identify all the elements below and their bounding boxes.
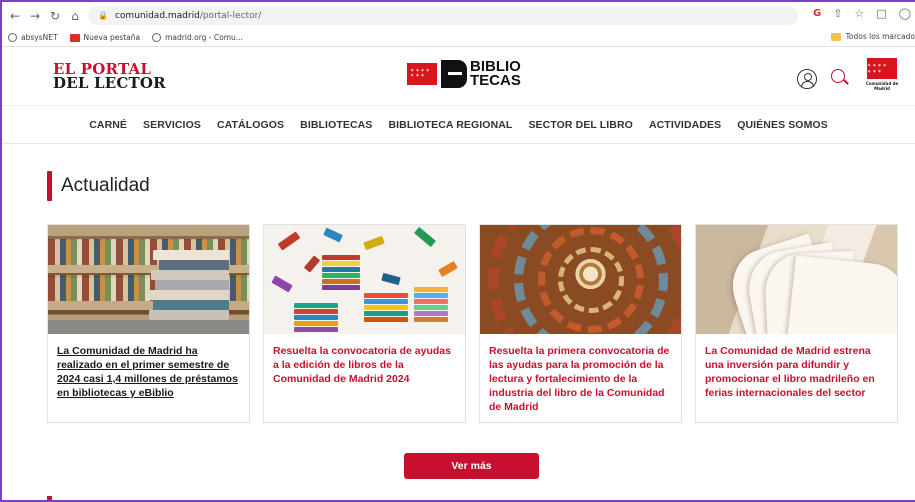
news-cards: La Comunidad de Madrid ha realizado en e… [47, 224, 898, 423]
mail-icon [69, 33, 80, 42]
browser-toolbar: ← → ↻ ⌂ 🔒 comunidad.madrid/portal-lector… [2, 2, 915, 29]
logo-line2: DEL LECTOR [53, 74, 166, 92]
nav-item-actividades[interactable]: ACTIVIDADES [649, 119, 721, 131]
bookmark-label: Nueva pestaña [83, 33, 141, 42]
book-page [786, 255, 897, 334]
nav-item-sector-del-libro[interactable]: SECTOR DEL LIBRO [528, 119, 632, 131]
madrid-flag-icon: ✶✶✶✶ ✶✶✶ [407, 63, 437, 85]
book-pile [414, 287, 448, 323]
book [438, 261, 458, 277]
ver-mas-button[interactable]: Ver más [404, 453, 539, 479]
bookmark-label: madrid.org - Comu... [165, 33, 243, 42]
nav-item-carne[interactable]: CARNÉ [89, 119, 127, 131]
section-title: Actualidad [61, 175, 150, 196]
book [414, 226, 436, 248]
profile-icon[interactable]: ◯ [899, 7, 911, 20]
news-image-library-shelves[interactable] [48, 225, 249, 334]
biblio-text: BIBLIO TECAS [470, 59, 521, 89]
lock-icon: 🔒 [98, 11, 108, 20]
book-pile [364, 293, 408, 323]
home-icon[interactable]: ⌂ [68, 9, 82, 23]
book-stack [153, 250, 229, 260]
book [381, 272, 401, 286]
nav-item-biblioteca-regional[interactable]: BIBLIOTECA REGIONAL [388, 119, 512, 131]
book-pile [322, 255, 360, 291]
star-icon[interactable]: ☆ [854, 7, 864, 20]
flag-stars: ✶✶✶✶ ✶✶✶ [867, 62, 888, 75]
section-heading: Actualidad [47, 170, 150, 202]
bookmark-absysnet[interactable]: absysNET [8, 33, 58, 42]
book-stack [151, 270, 229, 280]
book-pile [294, 303, 338, 333]
book [363, 235, 385, 251]
news-title[interactable]: La Comunidad de Madrid estrena una inver… [696, 334, 897, 410]
bookmark-all-label: Todos los marcado [845, 32, 915, 41]
book [271, 275, 293, 293]
globe-icon [152, 33, 162, 42]
search-icon[interactable] [831, 69, 845, 83]
book-stack [149, 310, 229, 320]
url-host: comunidad.madrid [114, 10, 200, 21]
book-stack [155, 280, 229, 290]
news-card[interactable]: La Comunidad de Madrid ha realizado en e… [47, 224, 250, 423]
book [303, 255, 321, 273]
book-stack [147, 290, 229, 300]
news-card[interactable]: La Comunidad de Madrid estrena una inver… [695, 224, 898, 423]
back-icon[interactable]: ← [8, 9, 22, 23]
cm-logo-text: Comunidad de Madrid [865, 81, 899, 91]
share-icon[interactable]: ⇧ [833, 7, 842, 20]
globe-icon [8, 33, 17, 42]
bookmark-all[interactable]: Todos los marcado [830, 32, 915, 41]
nav-item-bibliotecas[interactable]: BIBLIOTECAS [300, 119, 372, 131]
main-nav: CARNÉ SERVICIOS CATÁLOGOS BIBLIOTECAS BI… [2, 106, 915, 144]
portal-lector-logo[interactable]: EL PORTAL DEL LECTOR [53, 62, 166, 92]
folder-icon [830, 32, 841, 41]
table [48, 320, 249, 334]
nav-item-quienes-somos[interactable]: QUIÉNES SOMOS [737, 119, 828, 131]
browser-actions: G ⇧ ☆ □ ◯ [813, 7, 911, 20]
news-image-book-spiral[interactable] [480, 225, 681, 334]
nav-item-catalogos[interactable]: CATÁLOGOS [217, 119, 284, 131]
book-stack [153, 300, 229, 310]
nav-item-servicios[interactable]: SERVICIOS [143, 119, 201, 131]
accent-bar [47, 496, 52, 500]
spiral-ring [488, 225, 681, 334]
news-card[interactable]: Resuelta la convocatoria de ayudas a la … [263, 224, 466, 423]
book [277, 231, 301, 251]
comunidad-madrid-logo[interactable]: ✶✶✶✶ ✶✶✶ Comunidad de Madrid [862, 58, 902, 98]
accent-bar [47, 171, 52, 201]
bookmark-label: absysNET [21, 33, 58, 42]
bookmarks-bar: absysNET Nueva pestaña madrid.org - Comu… [2, 29, 915, 47]
address-bar[interactable]: 🔒 comunidad.madrid/portal-lector/ [88, 6, 798, 25]
google-icon[interactable]: G [813, 8, 821, 19]
bookmark-madrid-org[interactable]: madrid.org - Comu... [152, 33, 243, 42]
b-logo-icon [441, 60, 467, 88]
sidebar-icon[interactable]: □ [876, 7, 886, 20]
news-title[interactable]: Resuelta la primera convocatoria de las … [480, 334, 681, 424]
bookmark-nueva-pestana[interactable]: Nueva pestaña [69, 33, 141, 42]
madrid-flag-icon: ✶✶✶✶ ✶✶✶ [867, 58, 897, 79]
forward-icon[interactable]: → [28, 9, 42, 23]
news-card[interactable]: Resuelta la primera convocatoria de las … [479, 224, 682, 423]
user-icon[interactable] [797, 69, 817, 89]
flag-stars: ✶✶✶✶ ✶✶✶ [410, 68, 431, 79]
news-title[interactable]: Resuelta la convocatoria de ayudas a la … [264, 334, 465, 396]
url-path: /portal-lector/ [199, 10, 262, 21]
book-stack [159, 260, 229, 270]
book [323, 227, 343, 243]
site-header: EL PORTAL DEL LECTOR ✶✶✶✶ ✶✶✶ BIBLIO TEC… [2, 48, 915, 106]
reload-icon[interactable]: ↻ [48, 9, 62, 23]
bibliotecas-logo[interactable]: ✶✶✶✶ ✶✶✶ BIBLIO TECAS [407, 59, 521, 89]
news-title[interactable]: La Comunidad de Madrid ha realizado en e… [48, 334, 249, 410]
news-image-flying-books[interactable] [264, 225, 465, 334]
biblio-line2: TECAS [470, 72, 521, 89]
browser-window: ← → ↻ ⌂ 🔒 comunidad.madrid/portal-lector… [0, 0, 915, 502]
news-image-open-book[interactable] [696, 225, 897, 334]
